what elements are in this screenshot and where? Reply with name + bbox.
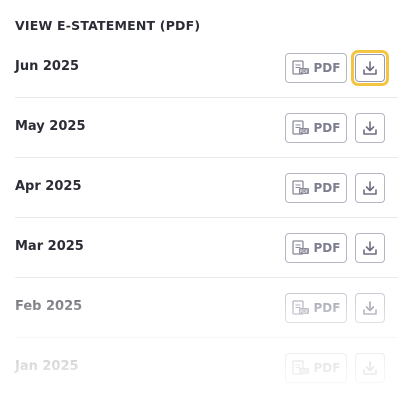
e-statement-panel: VIEW E-STATEMENT (PDF) Jun 2025 PDF PDF … <box>0 0 398 402</box>
document-icon: PDF <box>291 120 310 136</box>
download-icon <box>362 60 378 76</box>
pdf-button-label: PDF <box>313 241 341 255</box>
download-icon <box>362 120 378 136</box>
document-icon: PDF <box>291 60 310 76</box>
view-pdf-button[interactable]: PDF PDF <box>285 233 347 263</box>
statement-row: Jun 2025 PDF PDF <box>15 38 398 98</box>
download-button[interactable] <box>355 293 385 323</box>
statement-month: Mar 2025 <box>15 239 84 254</box>
statement-month: Apr 2025 <box>15 179 82 194</box>
download-icon <box>362 360 378 376</box>
statement-row: May 2025 PDF PDF <box>15 98 398 158</box>
document-icon: PDF <box>291 360 310 376</box>
download-icon <box>362 300 378 316</box>
statement-month: Jun 2025 <box>15 59 80 74</box>
statement-month: Feb 2025 <box>15 299 83 314</box>
view-pdf-button[interactable]: PDF PDF <box>285 293 347 323</box>
view-pdf-button[interactable]: PDF PDF <box>285 353 347 383</box>
statement-month: May 2025 <box>15 119 86 134</box>
pdf-button-label: PDF <box>313 61 341 75</box>
download-icon <box>362 240 378 256</box>
document-icon: PDF <box>291 180 310 196</box>
statement-month: Jan 2025 <box>15 359 79 374</box>
download-icon <box>362 180 378 196</box>
svg-text:PDF: PDF <box>299 69 308 75</box>
statement-row: Mar 2025 PDF PDF <box>15 218 398 278</box>
svg-text:PDF: PDF <box>299 309 308 315</box>
view-pdf-button[interactable]: PDF PDF <box>285 53 347 83</box>
svg-text:PDF: PDF <box>299 189 308 195</box>
download-button[interactable] <box>351 50 389 86</box>
download-button[interactable] <box>355 233 385 263</box>
pdf-button-label: PDF <box>313 121 341 135</box>
document-icon: PDF <box>291 300 310 316</box>
pdf-button-label: PDF <box>313 361 341 375</box>
pdf-button-label: PDF <box>313 301 341 315</box>
download-button[interactable] <box>355 113 385 143</box>
statement-row: Jan 2025 PDF PDF <box>15 338 398 398</box>
statement-row: Feb 2025 PDF PDF <box>15 278 398 338</box>
download-button[interactable] <box>355 353 385 383</box>
document-icon: PDF <box>291 240 310 256</box>
pdf-button-label: PDF <box>313 181 341 195</box>
statement-row: Apr 2025 PDF PDF <box>15 158 398 218</box>
download-button[interactable] <box>355 173 385 203</box>
view-pdf-button[interactable]: PDF PDF <box>285 113 347 143</box>
section-title: VIEW E-STATEMENT (PDF) <box>15 18 201 33</box>
view-pdf-button[interactable]: PDF PDF <box>285 173 347 203</box>
svg-text:PDF: PDF <box>299 249 308 255</box>
svg-text:PDF: PDF <box>299 129 308 135</box>
svg-text:PDF: PDF <box>299 369 308 375</box>
